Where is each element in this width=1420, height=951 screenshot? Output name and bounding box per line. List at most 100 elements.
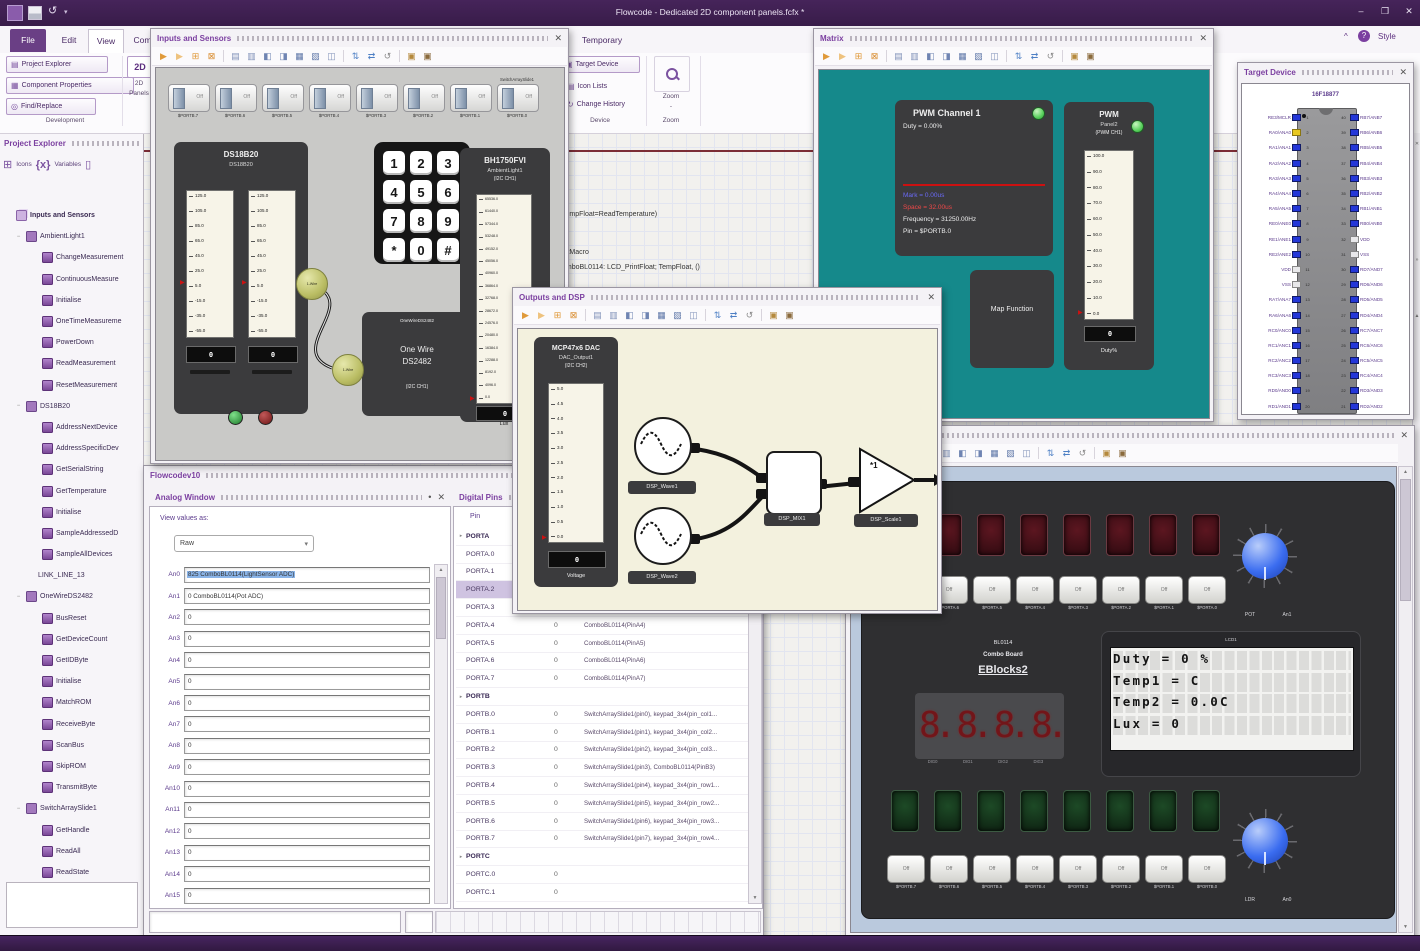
tool-icon[interactable]: ▶: [157, 50, 170, 63]
analog-value-input[interactable]: 0: [184, 801, 430, 818]
analog-value-input[interactable]: 0: [184, 737, 430, 754]
tool-icon[interactable]: ▶: [836, 50, 849, 63]
board-switch[interactable]: Off $PORTB.1: [1145, 855, 1183, 889]
keypad-key[interactable]: 9: [437, 209, 459, 233]
digital-pin-row[interactable]: PORTA.4 0 ComboBL0114(PinA4): [456, 617, 748, 635]
analog-value-input[interactable]: 0: [184, 695, 430, 712]
tool-icon[interactable]: ▧: [1004, 447, 1017, 460]
tool-icon[interactable]: ▣: [783, 309, 796, 322]
tool-icon[interactable]: ▧: [309, 50, 322, 63]
status-ruler[interactable]: [435, 911, 761, 933]
analog-value-input[interactable]: 0: [184, 780, 430, 797]
slide-switch[interactable]: Off $PORTB.3: [356, 84, 398, 118]
ribbon-button[interactable]: ↻ Change History: [562, 96, 648, 113]
keypad-key[interactable]: #: [437, 238, 459, 262]
ribbon-collapse-icon[interactable]: ^: [1344, 32, 1348, 41]
ds18b20-red-led[interactable]: [258, 410, 273, 425]
ribbon-button[interactable]: ◎ Find/Replace: [6, 98, 96, 115]
switch-slider[interactable]: [220, 88, 232, 109]
tool-icon[interactable]: ▶: [820, 50, 833, 63]
tool-icon[interactable]: ◨: [639, 309, 652, 322]
tool-icon[interactable]: ⊠: [205, 50, 218, 63]
board-switch[interactable]: Off $PORTB.2: [1102, 855, 1140, 889]
macros-icon[interactable]: ▯: [85, 158, 91, 171]
digital-pin-row[interactable]: PORTC.1 0: [456, 884, 748, 902]
keypad-key[interactable]: 0: [410, 238, 432, 262]
tool-icon[interactable]: ▤: [591, 309, 604, 322]
onewire-bubble-1[interactable]: 1-Wire: [296, 268, 328, 300]
tree-item[interactable]: TransmitByte: [2, 777, 142, 798]
tree-expander[interactable]: −: [14, 403, 23, 409]
digital-pin-row[interactable]: PORTA.6 0 ComboBL0114(PinA6): [456, 653, 748, 671]
ribbon-button[interactable]: ▣Target Device: [560, 56, 640, 73]
dsp-header[interactable]: Outputs and DSP ✕: [513, 288, 941, 306]
ribbon-tab[interactable]: Edit: [52, 29, 86, 52]
digital-pin-row[interactable]: PORTA.5 0 ComboBL0114(PinA5): [456, 635, 748, 653]
tree-item[interactable]: PowerDown: [2, 332, 142, 353]
analog-value-input[interactable]: 0: [184, 866, 430, 883]
pwm-meter-component[interactable]: PWM Panel2 (PWM CH1) 100.0 90.0 80.0 70.0 60…: [1064, 102, 1154, 370]
target-device-header[interactable]: Target Device ✕: [1238, 63, 1413, 81]
slide-switch[interactable]: Off $PORTB.0: [497, 84, 539, 118]
tool-icon[interactable]: ◨: [940, 50, 953, 63]
variables-icon[interactable]: {x}: [36, 159, 51, 171]
analog-close-icon[interactable]: ✕: [437, 492, 445, 503]
ribbon-tab[interactable]: View: [88, 29, 124, 53]
inputs-canvas[interactable]: SwitchArraySlide1 Off $PORTB.7 Off $PORT…: [155, 67, 565, 461]
matrix-header[interactable]: Matrix ✕: [814, 29, 1213, 47]
icons-view-label[interactable]: Icons: [16, 161, 32, 168]
ldr-knob-ball[interactable]: [1242, 818, 1288, 865]
analog-value-input[interactable]: 0: [184, 609, 430, 626]
zoom-button[interactable]: [654, 56, 690, 92]
digital-pin-row[interactable]: PORTB.2 0 SwitchArraySlide1(pin2), keypa…: [456, 742, 748, 760]
dsp-close-icon[interactable]: ✕: [927, 292, 935, 303]
tree-item[interactable]: ReadMeasurement: [2, 353, 142, 374]
board-switch[interactable]: Off $PORTA.5: [973, 576, 1011, 610]
board-switch[interactable]: Off $PORTA.2: [1102, 576, 1140, 610]
switch-slider[interactable]: [502, 88, 514, 109]
dsp-mix-component[interactable]: DSP_MIX1: [764, 451, 822, 526]
tool-icon[interactable]: [585, 309, 586, 321]
ribbon-button[interactable]: ▤ Icon Lists: [562, 78, 632, 95]
tool-icon[interactable]: ▶: [535, 309, 548, 322]
analog-value-input[interactable]: 0: [184, 759, 430, 776]
tree-item[interactable]: SampleAllDevices: [2, 544, 142, 565]
switch-slider[interactable]: [361, 88, 373, 109]
analog-value-input[interactable]: 0: [184, 716, 430, 733]
board-switch[interactable]: Off $PORTA.3: [1059, 576, 1097, 610]
tree-item[interactable]: GetDeviceCount: [2, 629, 142, 650]
tree-item[interactable]: AddressSpecificDev: [2, 438, 142, 459]
switch-slider[interactable]: [408, 88, 420, 109]
switch-slider[interactable]: [455, 88, 467, 109]
tool-icon[interactable]: ⇄: [1028, 50, 1041, 63]
board-switch[interactable]: Off $PORTB.5: [973, 855, 1011, 889]
tool-icon[interactable]: ▥: [908, 50, 921, 63]
tool-icon[interactable]: ◫: [325, 50, 338, 63]
tool-icon[interactable]: ▶: [519, 309, 532, 322]
keypad-key[interactable]: 7: [383, 209, 405, 233]
tool-icon[interactable]: ↺: [743, 309, 756, 322]
board-switch[interactable]: Off $PORTA.1: [1145, 576, 1183, 610]
tool-icon[interactable]: ⇄: [1060, 447, 1073, 460]
tree-item[interactable]: GetIDByte: [2, 650, 142, 671]
tool-icon[interactable]: ◧: [924, 50, 937, 63]
tool-icon[interactable]: ▣: [1068, 50, 1081, 63]
pwm-channel-component[interactable]: PWM Channel 1 Duty = 0.00% Mark = 0.00us…: [895, 100, 1053, 256]
tool-icon[interactable]: ⊞: [551, 309, 564, 322]
tool-icon[interactable]: [886, 50, 887, 62]
board-switch[interactable]: Off $PORTB.4: [1016, 855, 1054, 889]
tree-item[interactable]: − AmbientLight1: [2, 226, 142, 247]
keypad-component[interactable]: 1 2 3 4 5 6 7 8 9 * 0 #: [374, 142, 470, 264]
zoom-dash[interactable]: -: [654, 103, 688, 110]
close-button[interactable]: ✕: [1400, 6, 1418, 17]
tool-icon[interactable]: [1006, 50, 1007, 62]
tree-expander[interactable]: −: [14, 234, 23, 240]
onewire-bubble-2[interactable]: 1-Wire: [332, 354, 364, 386]
tree-item[interactable]: Initialise: [2, 502, 142, 523]
tool-icon[interactable]: [399, 50, 400, 62]
tree-item[interactable]: − DS18B20: [2, 396, 142, 417]
tool-icon[interactable]: ⊞: [852, 50, 865, 63]
slide-switch[interactable]: Off $PORTB.6: [215, 84, 257, 118]
tree-item[interactable]: BusReset: [2, 608, 142, 629]
dsp-wave1-component[interactable]: DSP_Wave1: [628, 417, 696, 494]
